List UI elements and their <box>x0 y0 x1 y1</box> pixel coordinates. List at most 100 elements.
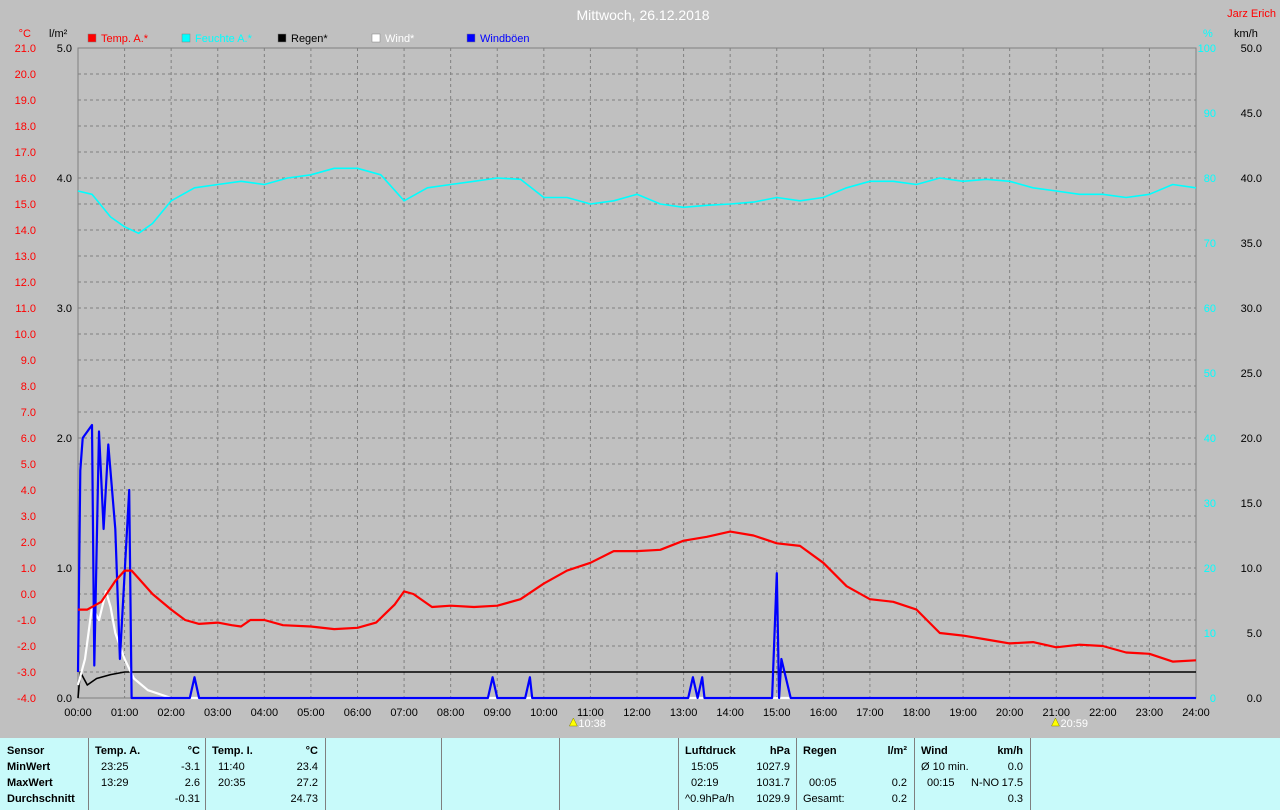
pressure-avg-value: 1029.9 <box>756 793 790 805</box>
wind-tick-label: 40.0 <box>1241 173 1262 185</box>
time-tick-label: 17:00 <box>856 707 884 719</box>
temp-tick-label: -3.0 <box>17 667 36 679</box>
rain-total-label: Gesamt: <box>803 793 845 805</box>
empty-column-2 <box>441 738 560 810</box>
temp-tick-label: -1.0 <box>17 615 36 627</box>
rain-unit-label: l/m² <box>49 28 68 40</box>
sunrise-icon <box>568 717 578 727</box>
temp-tick-label: 20.0 <box>15 69 36 81</box>
temp-tick-label: 16.0 <box>15 173 36 185</box>
rain-tick-label: 5.0 <box>57 43 72 55</box>
time-tick-label: 03:00 <box>204 707 232 719</box>
wind-tick-label: 15.0 <box>1241 498 1262 510</box>
wind-tick-label: 35.0 <box>1241 238 1262 250</box>
wind-tick-label: 30.0 <box>1241 303 1262 315</box>
temp-tick-label: 11.0 <box>15 303 36 315</box>
temp-i-avg-value: 24.73 <box>290 793 318 805</box>
temp-a-column: Temp. A. °C 23:25 -3.1 13:29 2.6 -0.31 <box>88 738 206 810</box>
rain-tick-label: 0.0 <box>57 693 72 705</box>
temp-tick-label: 0.0 <box>21 589 36 601</box>
wind-max-direction: N-NO <box>971 777 1000 789</box>
pressure-max-time: 02:19 <box>691 777 719 789</box>
rain-header: Regen <box>803 745 837 757</box>
pressure-header: Luftdruck <box>685 745 736 757</box>
temp-i-max-value: 27.2 <box>296 777 318 789</box>
temp-i-max-time: 20:35 <box>218 777 246 789</box>
temp-tick-label: 8.0 <box>21 381 36 393</box>
time-tick-label: 23:00 <box>1136 707 1164 719</box>
time-tick-label: 07:00 <box>390 707 418 719</box>
temp-tick-label: 4.0 <box>21 485 36 497</box>
chart-title: Mittwoch, 26.12.2018 <box>576 7 709 23</box>
rain-column: Regen l/m² 00:05 0.2 Gesamt: 0.2 <box>796 738 915 810</box>
temp-tick-label: 18.0 <box>15 121 36 133</box>
pressure-min-value: 1027.9 <box>756 761 790 773</box>
wind-unit-label: km/h <box>1234 28 1258 40</box>
temp-tick-label: 19.0 <box>15 95 36 107</box>
temp-i-min-time: 11:40 <box>218 761 245 773</box>
sunset-time: 20:59 <box>1060 718 1088 730</box>
pressure-trend: ^0.9hPa/h <box>685 793 735 805</box>
humidity-tick-label: 100 <box>1198 43 1216 55</box>
time-tick-label: 01:00 <box>111 707 139 719</box>
time-tick-label: 13:00 <box>670 707 698 719</box>
temp-tick-label: -4.0 <box>17 693 36 705</box>
temp-i-header: Temp. I. <box>212 745 253 757</box>
time-tick-label: 18:00 <box>903 707 931 719</box>
humidity-tick-label: 30 <box>1204 498 1216 510</box>
temp-tick-label: 2.0 <box>21 537 36 549</box>
legend-label: Windböen <box>480 33 530 45</box>
temp-tick-label: 1.0 <box>21 563 36 575</box>
temp-tick-label: 17.0 <box>15 147 36 159</box>
legend-swatch <box>466 33 476 43</box>
humidity-tick-label: 40 <box>1204 433 1216 445</box>
temp-tick-label: 12.0 <box>15 277 36 289</box>
legend-swatch <box>87 33 97 43</box>
pressure-column: Luftdruck hPa 15:05 1027.9 02:19 1031.7 … <box>678 738 797 810</box>
time-tick-label: 22:00 <box>1089 707 1117 719</box>
rain-max-value: 0.2 <box>891 777 907 789</box>
temp-a-max-value: 2.6 <box>184 777 200 789</box>
wind-min-value: 0.0 <box>1007 761 1023 773</box>
temp-tick-label: 7.0 <box>21 407 36 419</box>
legend: Temp. A.* Feuchte A.* Regen* Wind* Windböen <box>87 33 530 45</box>
temp-tick-label: 3.0 <box>21 511 36 523</box>
rain-tick-label: 1.0 <box>57 563 72 575</box>
rain-tick-label: 2.0 <box>57 433 72 445</box>
empty-column-1 <box>325 738 442 810</box>
wind-tick-label: 25.0 <box>1241 368 1262 380</box>
empty-column-4 <box>1030 738 1280 810</box>
time-tick-label: 06:00 <box>344 707 372 719</box>
wind-max-time: 00:15 <box>927 777 955 789</box>
time-tick-label: 00:00 <box>64 707 92 719</box>
wind-tick-label: 50.0 <box>1241 43 1262 55</box>
wind-tick-label: 45.0 <box>1241 108 1262 120</box>
temp-tick-label: -2.0 <box>17 641 36 653</box>
temp-a-max-time: 13:29 <box>101 777 129 789</box>
humidity-tick-label: 60 <box>1204 303 1216 315</box>
statistics-panel: Sensor MinWert MaxWert Durchschnitt Temp… <box>0 738 1280 810</box>
sensor-column: Sensor MinWert MaxWert Durchschnitt <box>0 738 88 810</box>
row-label-avg: Durchschnitt <box>7 793 75 805</box>
humidity-tick-label: 50 <box>1204 368 1216 380</box>
time-tick-label: 20:00 <box>996 707 1024 719</box>
temp-tick-label: 6.0 <box>21 433 36 445</box>
row-label-min: MinWert <box>7 761 51 773</box>
temp-i-unit: °C <box>305 745 318 757</box>
temp-a-avg-value: -0.31 <box>174 793 200 805</box>
sunrise-time: 10:38 <box>578 718 606 730</box>
time-tick-label: 16:00 <box>810 707 838 719</box>
wind-header: Wind <box>921 745 948 757</box>
time-tick-label: 02:00 <box>157 707 185 719</box>
temp-tick-label: 9.0 <box>21 355 36 367</box>
wind-unit: km/h <box>997 745 1023 757</box>
temp-a-min-time: 23:25 <box>101 761 129 773</box>
time-tick-label: 04:00 <box>251 707 279 719</box>
weather-chart: Mittwoch, 26.12.2018 Jarz Erich °C l/m² … <box>15 7 1276 730</box>
temp-a-min-value: -3.1 <box>181 761 200 773</box>
pressure-max-value: 1031.7 <box>756 777 790 789</box>
temp-tick-label: 15.0 <box>15 199 36 211</box>
temp-a-header: Temp. A. <box>95 745 141 757</box>
sensor-header: Sensor <box>7 745 45 757</box>
wind-avg-value: 0.3 <box>1007 793 1023 805</box>
